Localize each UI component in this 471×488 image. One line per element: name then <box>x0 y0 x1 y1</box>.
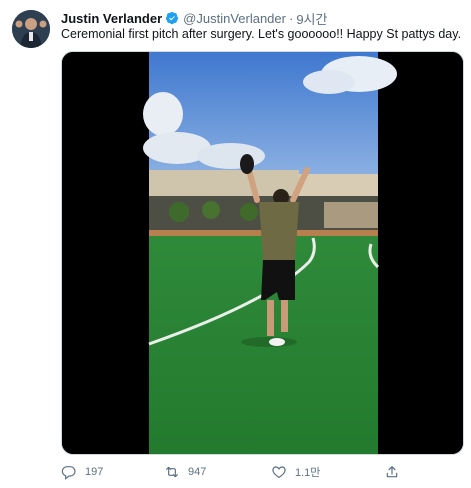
tweet-video[interactable] <box>61 51 464 455</box>
retweet-button[interactable]: 947 <box>164 462 206 482</box>
share-icon <box>386 466 398 478</box>
heart-icon <box>272 466 286 479</box>
tweet-header: Justin Verlander @JustinVerlander · 9시간 <box>61 9 327 27</box>
author-name[interactable]: Justin Verlander <box>61 11 162 26</box>
tweet-actions: 197 947 1.1만 <box>61 462 401 482</box>
retweet-icon <box>166 466 178 478</box>
tweet[interactable]: Justin Verlander @JustinVerlander · 9시간 … <box>0 0 471 488</box>
reply-button[interactable]: 197 <box>61 462 103 482</box>
retweet-count: 947 <box>188 466 207 478</box>
header-separator: · <box>288 10 294 26</box>
like-count: 1.1만 <box>295 467 321 479</box>
tweet-timestamp[interactable]: 9시간 <box>296 9 327 28</box>
verified-badge-icon <box>165 11 179 25</box>
tweet-text: Ceremonial first pitch after surgery. Le… <box>61 27 462 41</box>
author-avatar[interactable] <box>12 10 50 48</box>
reply-count: 197 <box>85 466 104 478</box>
reply-icon <box>61 466 76 480</box>
like-button[interactable]: 1.1만 <box>271 462 320 482</box>
avatar-image <box>12 10 50 48</box>
video-thumbnail <box>62 52 463 454</box>
author-handle[interactable]: @JustinVerlander <box>183 11 286 26</box>
share-button[interactable] <box>384 462 408 482</box>
